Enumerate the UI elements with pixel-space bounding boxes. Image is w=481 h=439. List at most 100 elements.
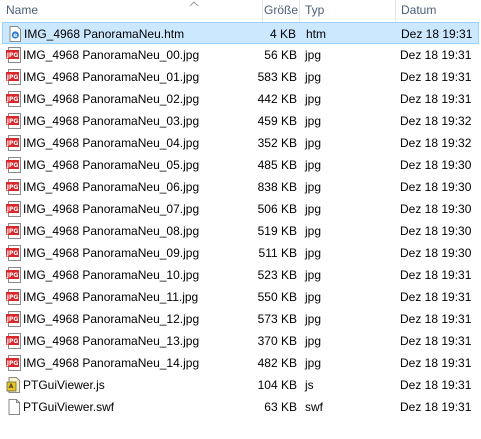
jpg-file-icon: JPG xyxy=(6,113,22,129)
file-row[interactable]: JPG IMG_4968 PanoramaNeu_05.jpg 485 KB jpg D… xyxy=(2,154,479,176)
file-type: jpg xyxy=(305,224,322,238)
svg-text:JPG: JPG xyxy=(6,96,18,103)
file-row[interactable]: JPG IMG_4968 PanoramaNeu_07.jpg 506 KB jpg D… xyxy=(2,198,479,220)
file-row[interactable]: JPG IMG_4968 PanoramaNeu_00.jpg 56 KB jpg De… xyxy=(2,44,479,66)
jpg-file-icon: JPG xyxy=(6,289,22,305)
file-type: jpg xyxy=(305,246,322,260)
file-type: jpg xyxy=(305,158,322,172)
file-date: Dez 18 19:31 xyxy=(400,312,472,326)
file-row[interactable]: JPG IMG_4968 PanoramaNeu_11.jpg 550 KB jpg D… xyxy=(2,286,479,308)
jpg-file-icon: JPG xyxy=(6,355,22,371)
file-date: Dez 18 19:31 xyxy=(400,378,472,392)
file-name: IMG_4968 PanoramaNeu_09.jpg xyxy=(23,246,200,260)
file-name: IMG_4968 PanoramaNeu_00.jpg xyxy=(23,48,200,62)
jpg-file-icon: JPG xyxy=(6,311,22,327)
file-date: Dez 18 19:30 xyxy=(400,180,472,194)
file-size: 511 KB xyxy=(258,246,297,260)
file-type: jpg xyxy=(305,48,322,62)
file-name: IMG_4968 PanoramaNeu_13.jpg xyxy=(23,334,200,348)
jpg-file-icon: JPG xyxy=(6,157,22,173)
file-date: Dez 18 19:31 xyxy=(400,290,472,304)
file-row[interactable]: JPG IMG_4968 PanoramaNeu_12.jpg 573 KB jpg D… xyxy=(2,308,479,330)
file-row[interactable]: JPG IMG_4968 PanoramaNeu_13.jpg 370 KB jpg D… xyxy=(2,330,479,352)
file-size: 573 KB xyxy=(257,312,297,326)
file-date: Dez 18 19:31 xyxy=(401,27,473,41)
file-name: IMG_4968 PanoramaNeu_07.jpg xyxy=(23,202,200,216)
svg-text:JPG: JPG xyxy=(6,294,18,301)
file-date: Dez 18 19:31 xyxy=(400,268,472,282)
file-name: IMG_4968 PanoramaNeu_14.jpg xyxy=(23,356,200,370)
column-divider[interactable] xyxy=(299,0,300,22)
file-date: Dez 18 19:31 xyxy=(400,334,472,348)
jpg-file-icon: JPG xyxy=(6,245,22,261)
file-size: 482 KB xyxy=(257,356,297,370)
file-row[interactable]: JPG IMG_4968 PanoramaNeu_04.jpg 352 KB jpg D… xyxy=(2,132,479,154)
file-date: Dez 18 19:30 xyxy=(400,202,472,216)
jpg-file-icon: JPG xyxy=(6,179,22,195)
file-name: IMG_4968 PanoramaNeu_03.jpg xyxy=(23,114,200,128)
file-row[interactable]: JPG IMG_4968 PanoramaNeu_03.jpg 459 KB jpg D… xyxy=(2,110,479,132)
js-file-icon xyxy=(6,377,22,393)
file-name: IMG_4968 PanoramaNeu_11.jpg xyxy=(23,290,199,304)
file-date: Dez 18 19:31 xyxy=(400,48,472,62)
file-name: IMG_4968 PanoramaNeu_02.jpg xyxy=(23,92,200,106)
column-header-bar: Name Größe Typ Datum xyxy=(0,0,481,22)
file-row[interactable]: e IMG_4968 PanoramaNeu.htm 4 KB htm Dez 18 1… xyxy=(2,22,479,44)
jpg-file-icon: JPG xyxy=(6,135,22,151)
jpg-file-icon: JPG xyxy=(6,91,22,107)
file-row[interactable]: JPG IMG_4968 PanoramaNeu_01.jpg 583 KB jpg D… xyxy=(2,66,479,88)
file-size: 56 KB xyxy=(264,48,297,62)
svg-text:JPG: JPG xyxy=(6,52,18,59)
file-name: IMG_4968 PanoramaNeu_01.jpg xyxy=(23,70,200,84)
file-date: Dez 18 19:30 xyxy=(400,246,472,260)
file-date: Dez 18 19:31 xyxy=(400,356,472,370)
file-row[interactable]: PTGuiViewer.js 104 KB js Dez 18 19:31 xyxy=(2,374,479,396)
svg-text:JPG: JPG xyxy=(6,140,18,147)
svg-text:JPG: JPG xyxy=(6,74,18,81)
file-row[interactable]: JPG IMG_4968 PanoramaNeu_14.jpg 482 KB jpg D… xyxy=(2,352,479,374)
file-name: IMG_4968 PanoramaNeu_05.jpg xyxy=(23,158,200,172)
file-size: 550 KB xyxy=(257,290,297,304)
file-size: 485 KB xyxy=(257,158,297,172)
svg-text:JPG: JPG xyxy=(6,118,18,125)
svg-text:e: e xyxy=(13,32,17,39)
svg-text:JPG: JPG xyxy=(6,360,18,367)
jpg-file-icon: JPG xyxy=(6,201,22,217)
file-date: Dez 18 19:32 xyxy=(400,136,472,150)
file-row[interactable]: JPG IMG_4968 PanoramaNeu_08.jpg 519 KB jpg D… xyxy=(2,220,479,242)
file-date: Dez 18 19:32 xyxy=(400,114,472,128)
file-size: 459 KB xyxy=(257,114,297,128)
file-type: jpg xyxy=(305,202,322,216)
file-type: jpg xyxy=(305,114,322,128)
file-size: 506 KB xyxy=(257,202,297,216)
column-divider[interactable] xyxy=(395,0,396,22)
jpg-file-icon: JPG xyxy=(6,47,22,63)
sort-ascending-icon xyxy=(189,1,199,7)
column-header-type[interactable]: Typ xyxy=(305,0,324,21)
file-row[interactable]: JPG IMG_4968 PanoramaNeu_02.jpg 442 KB jpg D… xyxy=(2,88,479,110)
file-size: 583 KB xyxy=(257,70,297,84)
column-header-name[interactable]: Name xyxy=(6,0,38,21)
file-row[interactable]: PTGuiViewer.swf 63 KB swf Dez 18 19:31 xyxy=(2,396,479,418)
jpg-file-icon: JPG xyxy=(6,267,22,283)
file-size: 4 KB xyxy=(269,27,296,41)
svg-text:JPG: JPG xyxy=(6,272,18,279)
file-type: jpg xyxy=(305,290,322,304)
file-size: 442 KB xyxy=(257,92,297,106)
jpg-file-icon: JPG xyxy=(6,69,22,85)
file-type: jpg xyxy=(305,334,322,348)
column-header-date[interactable]: Datum xyxy=(401,0,436,21)
file-row[interactable]: JPG IMG_4968 PanoramaNeu_09.jpg 511 KB jpg D… xyxy=(2,242,479,264)
file-name: IMG_4968 PanoramaNeu_06.jpg xyxy=(23,180,200,194)
file-row[interactable]: JPG IMG_4968 PanoramaNeu_06.jpg 838 KB jpg D… xyxy=(2,176,479,198)
file-type: jpg xyxy=(305,268,322,282)
file-type: jpg xyxy=(305,356,322,370)
file-type: jpg xyxy=(305,180,322,194)
file-name: PTGuiViewer.js xyxy=(23,378,105,392)
file-type: jpg xyxy=(305,136,322,150)
column-divider[interactable] xyxy=(262,0,263,22)
file-name: IMG_4968 PanoramaNeu_04.jpg xyxy=(23,136,200,150)
column-header-size[interactable]: Größe xyxy=(264,0,298,21)
file-row[interactable]: JPG IMG_4968 PanoramaNeu_10.jpg 523 KB jpg D… xyxy=(2,264,479,286)
htm-file-icon: e xyxy=(7,26,23,42)
